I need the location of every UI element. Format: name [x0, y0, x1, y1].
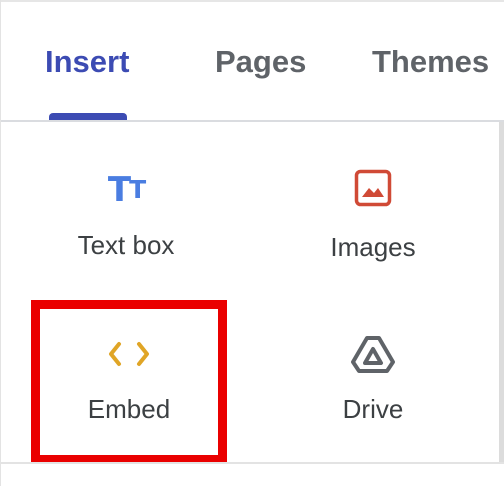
text-box-label: Text box: [77, 230, 175, 260]
tab-bar: Insert Pages Themes: [1, 0, 504, 120]
tab-pages[interactable]: Pages: [215, 40, 306, 84]
embed-code-icon: [31, 334, 227, 374]
insert-text-box-button[interactable]: TT Text box: [31, 150, 221, 300]
bottom-divider: [1, 462, 504, 464]
tab-insert[interactable]: Insert: [45, 40, 129, 84]
images-label: Images: [330, 232, 416, 262]
insert-images-button[interactable]: Images: [278, 150, 468, 300]
active-tab-indicator: [49, 113, 127, 120]
insert-panel: Insert Pages Themes TT Text box Images E…: [0, 0, 504, 486]
text-box-icon: TT: [107, 170, 146, 210]
embed-label: Embed: [87, 394, 171, 424]
drive-label: Drive: [342, 394, 404, 424]
scrollbar-track[interactable]: [499, 122, 504, 462]
drive-icon: [278, 332, 468, 376]
image-icon: [278, 168, 468, 208]
insert-drive-button[interactable]: Drive: [278, 310, 468, 460]
insert-embed-button[interactable]: Embed: [31, 300, 227, 464]
tabs-divider: [1, 120, 504, 122]
tab-themes[interactable]: Themes: [372, 40, 489, 84]
